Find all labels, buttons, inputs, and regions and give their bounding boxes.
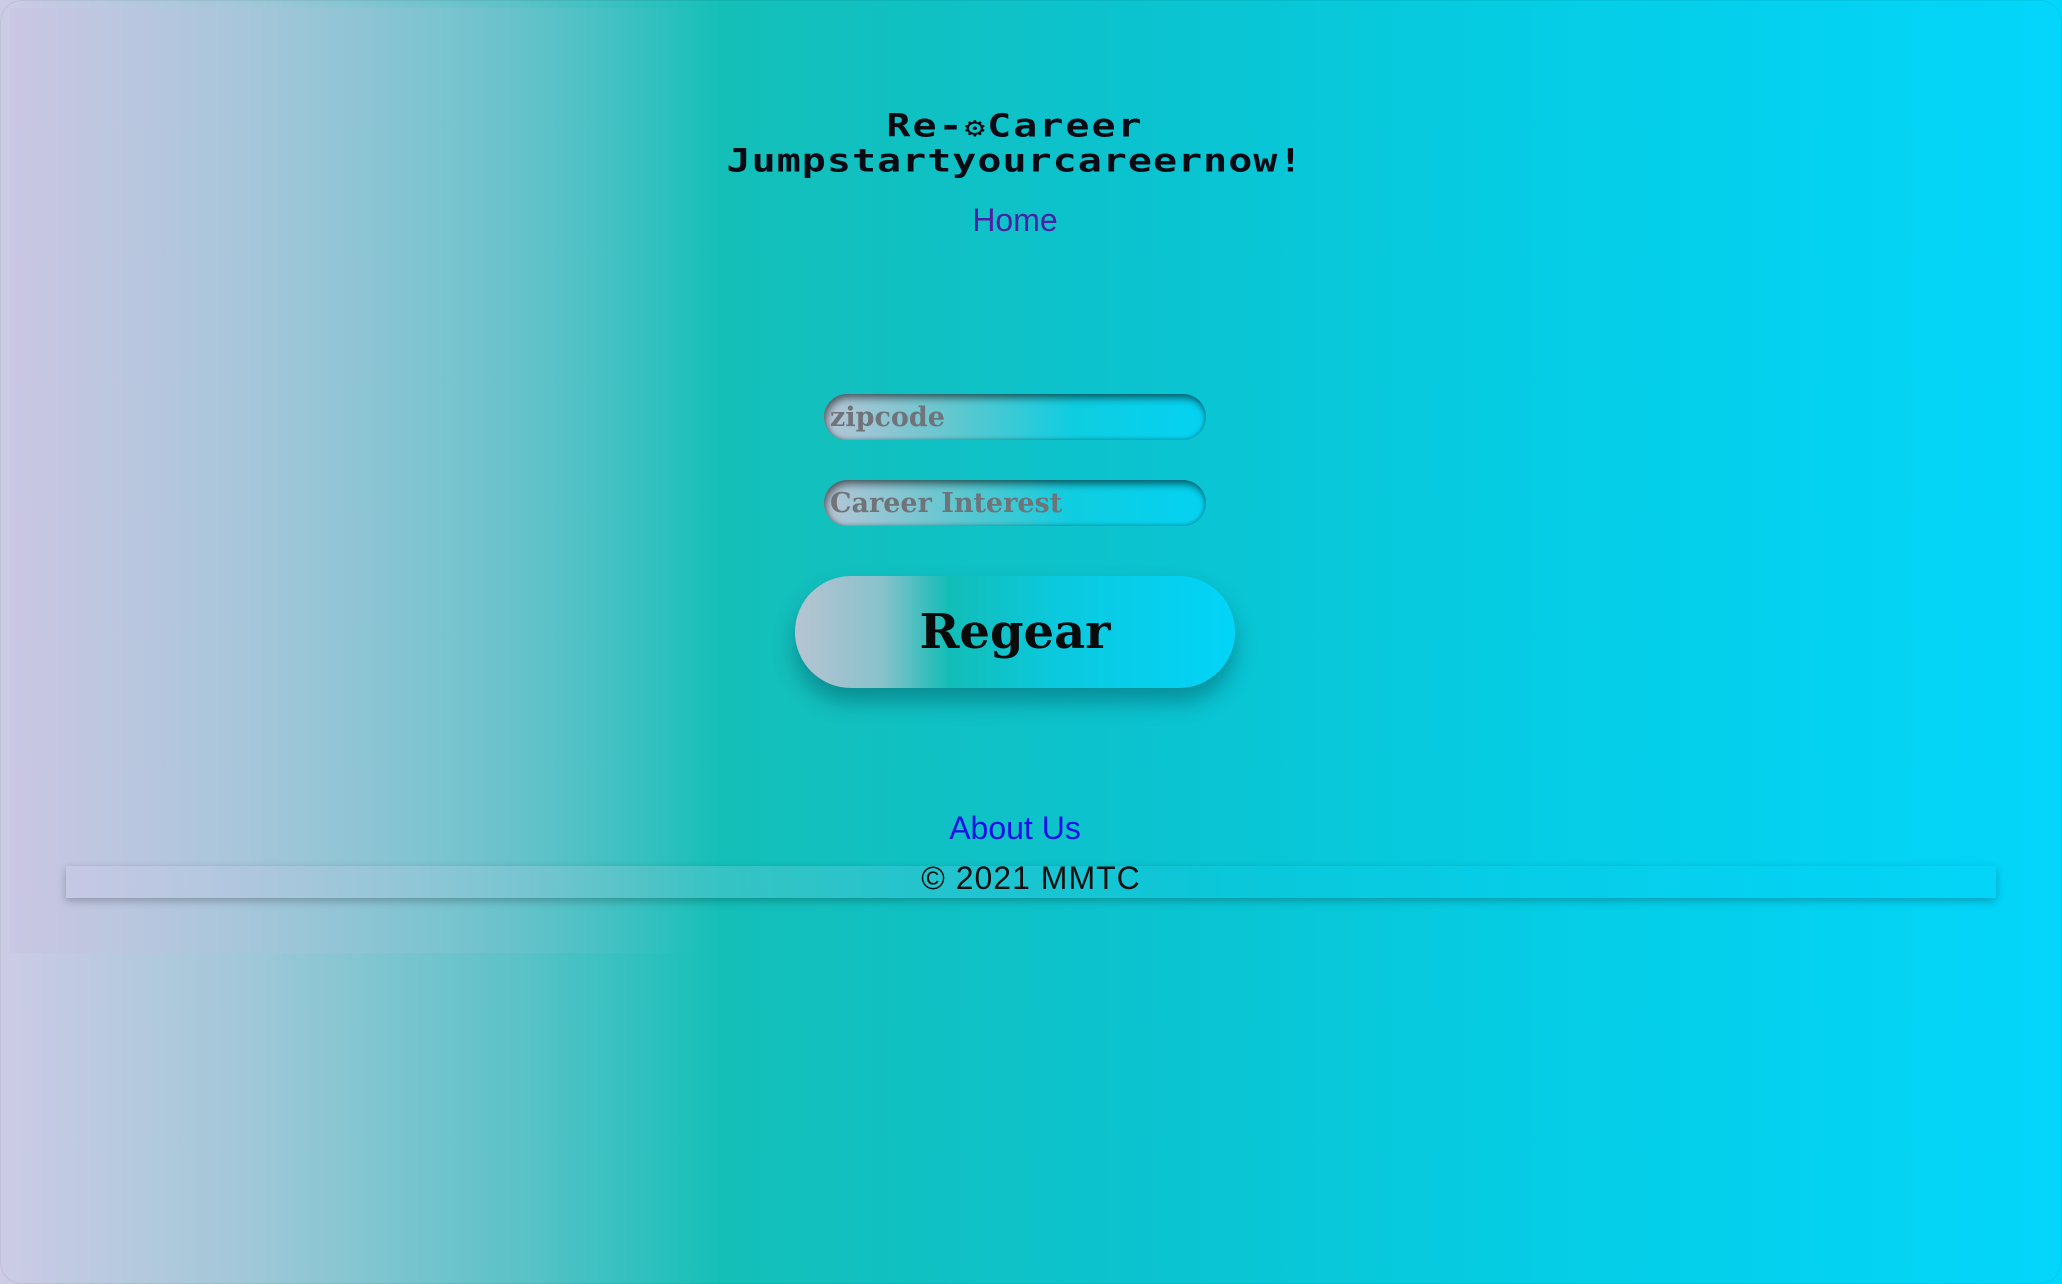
regear-button[interactable]: Regear — [795, 576, 1235, 688]
site-header: Re-⚙Career Jumpstartyourcareernow! Home — [55, 110, 1975, 239]
about-us-link[interactable]: About Us — [949, 810, 1081, 846]
search-form: Regear — [55, 394, 1975, 688]
brand-title-prefix: Re- — [886, 107, 965, 145]
main-container: Re-⚙Career Jumpstartyourcareernow! Home … — [55, 110, 1975, 846]
brand-title-suffix: Career — [987, 107, 1144, 145]
brand-tagline: Jumpstartyourcareernow! — [726, 142, 1304, 180]
copyright-text: © 2021 MMTC — [921, 860, 1141, 896]
top-nav: Home — [55, 202, 1975, 239]
zipcode-input[interactable] — [824, 394, 1206, 440]
gear-icon: ⚙ — [964, 111, 988, 144]
brand-title: Re-⚙Career — [55, 110, 1975, 144]
career-interest-input[interactable] — [824, 480, 1206, 526]
site-footer: About Us — [55, 810, 1975, 847]
nav-home-link[interactable]: Home — [972, 202, 1057, 238]
